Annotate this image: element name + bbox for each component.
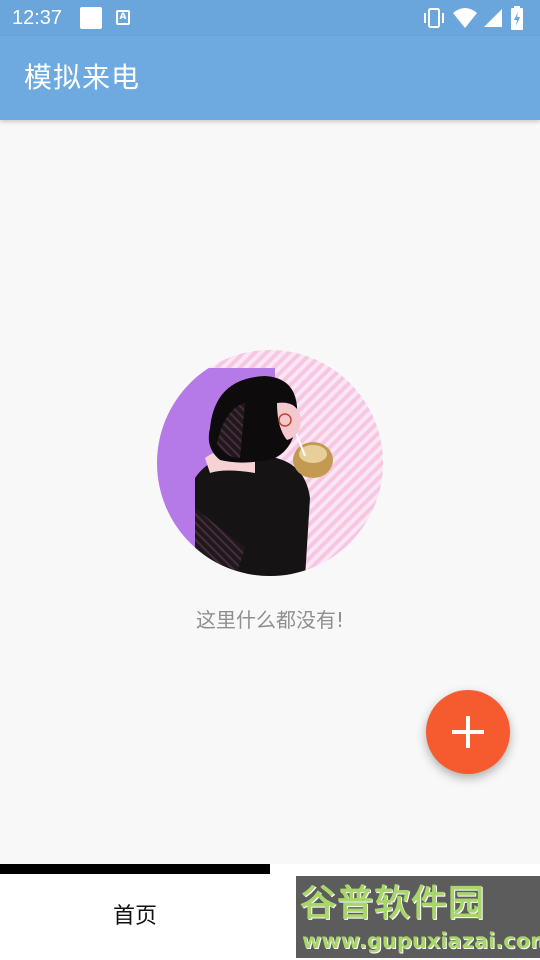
watermark: 谷普软件园 www.gupuxiazai.com	[296, 876, 540, 958]
add-button[interactable]	[426, 690, 510, 774]
status-time: 12:37	[12, 7, 63, 29]
girl-drinking-coconut-illustration	[157, 350, 383, 576]
signal-icon	[484, 9, 502, 27]
watermark-main-text: 谷普软件园	[300, 883, 486, 924]
blank-square-icon	[80, 7, 102, 29]
battery-charging-icon	[511, 6, 523, 30]
vibrate-icon	[424, 8, 444, 28]
watermark-url: www.gupuxiazai.com	[302, 929, 540, 953]
empty-message: 这里什么都没有!	[195, 608, 345, 632]
tab-home[interactable]: 首页	[0, 874, 270, 960]
status-bar: 12:37 A	[0, 0, 540, 36]
app-bar: 模拟来电	[0, 36, 540, 120]
tab-indicator	[0, 864, 270, 874]
a-icon: A	[116, 10, 130, 25]
app-title: 模拟来电	[24, 61, 141, 94]
plus-icon	[452, 716, 484, 748]
system-icons	[422, 5, 532, 31]
wifi-icon	[453, 8, 477, 28]
